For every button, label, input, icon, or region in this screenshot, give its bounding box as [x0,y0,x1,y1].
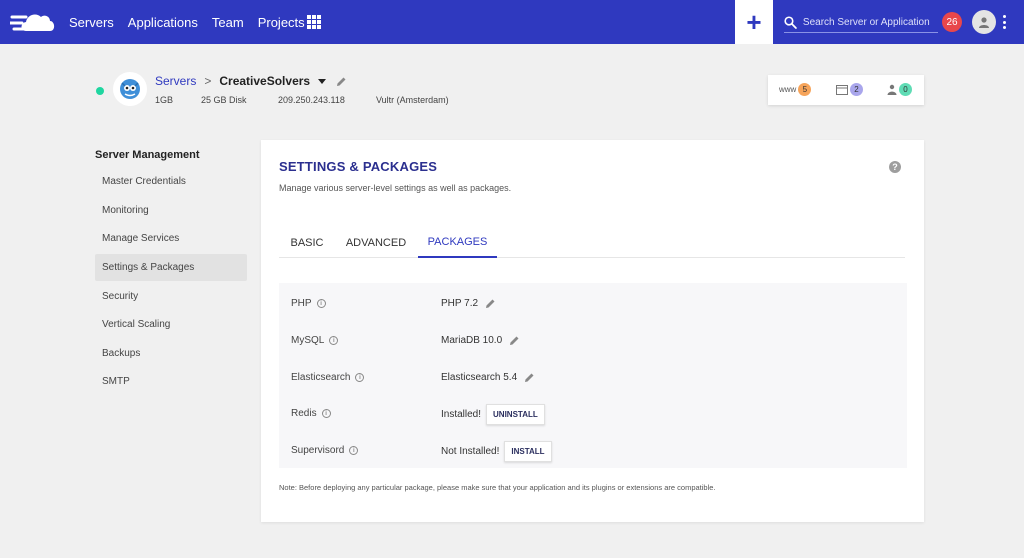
server-name: CreativeSolvers [219,74,311,88]
settings-card: SETTINGS & PACKAGES ? Manage various ser… [261,140,924,522]
users-icon [887,84,897,95]
package-value: Not Installed! [441,446,500,457]
tab-basic[interactable]: BASIC [279,227,335,258]
uninstall-button[interactable]: UNINSTALL [486,404,545,425]
package-value: MariaDB 10.0 [441,335,503,346]
sidebar-item-settings-packages[interactable]: Settings & Packages [95,254,247,281]
www-count-badge: 5 [798,83,812,96]
users-count-badge: 0 [899,83,912,96]
edit-pencil-icon[interactable] [336,76,347,87]
server-mascot-icon [113,72,147,106]
tab-packages[interactable]: PACKAGES [418,227,497,258]
package-row-php: PHP i PHP 7.2 [279,293,907,317]
package-row-supervisord: Supervisord i Not Installed! INSTALL [279,440,907,464]
server-disk: 25 GB Disk [201,95,247,105]
notification-badge[interactable]: 26 [942,12,962,32]
package-row-elasticsearch: Elasticsearch i Elasticsearch 5.4 [279,367,907,391]
www-counter[interactable]: www 5 [779,83,812,96]
sidebar-item-monitoring[interactable]: Monitoring [95,197,247,224]
package-name: PHP [291,298,312,309]
plus-icon[interactable]: + [735,0,773,44]
package-value: PHP 7.2 [441,298,479,309]
nav-applications[interactable]: Applications [128,15,198,30]
page-title: SETTINGS & PACKAGES [279,159,438,174]
package-name: Supervisord [291,445,345,456]
server-ram: 1GB [155,95,174,105]
server-location: Vultr (Amsterdam) [376,95,449,105]
sidebar-item-smtp[interactable]: SMTP [95,368,247,395]
server-status-indicator [96,87,104,95]
users-counter[interactable]: 0 [887,83,912,96]
info-icon[interactable]: i [355,373,365,382]
nav-team[interactable]: Team [212,15,244,30]
package-value: Installed! [441,409,482,420]
edit-pencil-icon[interactable] [485,298,496,309]
package-name: Elasticsearch [291,372,351,383]
apps-counter[interactable]: 2 [836,83,863,96]
package-value: Elasticsearch 5.4 [441,372,518,383]
nav-servers[interactable]: Servers [69,15,114,30]
breadcrumb-separator: > [204,74,212,88]
package-row-redis: Redis i Installed! UNINSTALL [279,403,907,427]
user-avatar-icon[interactable] [972,10,996,34]
info-icon[interactable]: i [349,446,359,455]
search-icon [784,15,797,29]
help-icon[interactable]: ? [889,161,901,173]
browser-window-icon [836,84,848,95]
sidebar-title: Server Management [95,149,200,161]
sidebar-item-vertical-scaling[interactable]: Vertical Scaling [95,311,247,338]
chevron-down-icon[interactable] [318,78,327,84]
package-name: MySQL [291,335,325,346]
top-navbar: Servers Applications Team Projects + 26 [0,0,1024,44]
info-icon[interactable]: i [329,336,339,345]
sidebar-item-security[interactable]: Security [95,283,247,310]
search-box [784,12,938,33]
info-icon[interactable]: i [316,299,326,308]
apps-count-badge: 2 [850,83,863,96]
settings-tabs: BASIC ADVANCED PACKAGES [279,227,905,258]
tab-advanced[interactable]: ADVANCED [337,227,415,258]
sidebar-item-master-credentials[interactable]: Master Credentials [95,168,247,195]
cloudways-logo-icon[interactable] [10,9,56,35]
compatibility-note: Note: Before deploying any particular pa… [279,483,716,492]
sidebar-item-backups[interactable]: Backups [95,340,247,367]
nav-projects[interactable]: Projects [258,15,305,30]
server-counters: www 5 2 0 [768,75,924,105]
sidebar-item-manage-services[interactable]: Manage Services [95,225,247,252]
packages-panel: PHP i PHP 7.2 MySQL i MariaDB 10.0 Elast… [279,283,907,468]
breadcrumb-servers-link[interactable]: Servers [155,74,196,88]
search-input[interactable] [802,16,938,28]
package-row-mysql: MySQL i MariaDB 10.0 [279,330,907,354]
edit-pencil-icon[interactable] [524,372,535,383]
info-icon[interactable]: i [321,409,331,418]
breadcrumb: Servers > CreativeSolvers [155,74,347,88]
main-nav: Servers Applications Team Projects [69,0,319,44]
server-ip: 209.250.243.118 [278,95,345,105]
edit-pencil-icon[interactable] [509,335,520,346]
kebab-menu-icon[interactable] [1003,15,1007,29]
install-button[interactable]: INSTALL [504,441,552,462]
page-subtitle: Manage various server-level settings as … [279,183,512,193]
package-name: Redis [291,408,317,419]
apps-grid-icon[interactable] [307,15,321,29]
www-label: www [779,85,797,94]
